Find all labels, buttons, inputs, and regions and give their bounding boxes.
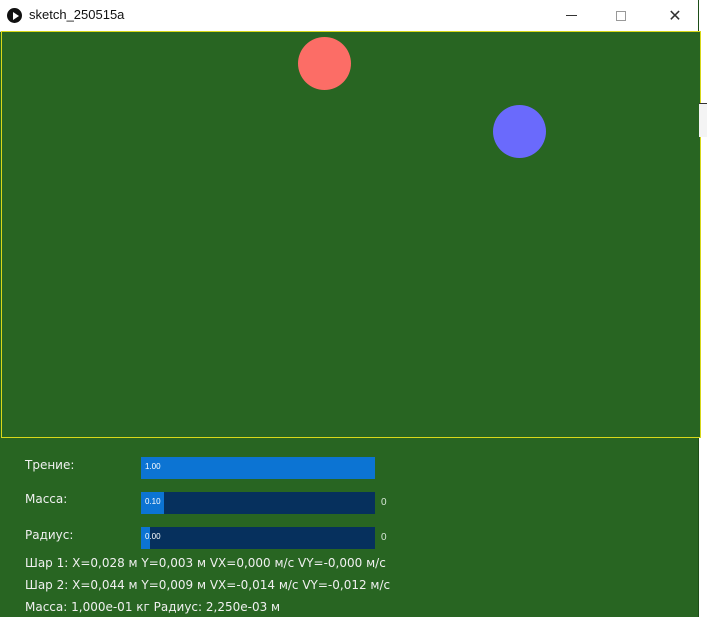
radius-slider-suffix: 0 <box>381 532 387 543</box>
ball-1-info: Шар 1: X=0,028 м Y=0,003 м VX=0,000 м/с … <box>25 556 386 570</box>
mass-slider[interactable]: 0.10 <box>141 492 375 514</box>
maximize-button[interactable] <box>598 0 644 31</box>
friction-label: Трение: <box>25 458 75 472</box>
ball-2 <box>493 105 546 158</box>
radius-slider[interactable]: 0.00 <box>141 527 375 549</box>
window-title: sketch_250515a <box>29 7 125 22</box>
app-window: sketch_250515a ✕ Трение: 1.00 Масса: 0.1… <box>0 0 701 617</box>
minimize-button[interactable] <box>548 0 594 31</box>
title-bar[interactable]: sketch_250515a ✕ <box>0 0 698 32</box>
friction-slider[interactable]: 1.00 <box>141 457 375 479</box>
friction-slider-value: 1.00 <box>145 462 161 471</box>
background-window-edge <box>699 103 707 137</box>
radius-label: Радиус: <box>25 528 74 542</box>
mass-label: Масса: <box>25 492 68 506</box>
close-icon: ✕ <box>668 6 682 25</box>
radius-slider-value: 0.00 <box>145 532 161 541</box>
friction-slider-fill <box>141 457 375 479</box>
processing-app-icon <box>7 8 22 23</box>
maximize-icon <box>616 10 626 21</box>
minimize-icon <box>565 15 577 16</box>
close-button[interactable]: ✕ <box>652 0 698 31</box>
mass-radius-summary: Масса: 1,000e-01 кг Радиус: 2,250e-03 м <box>25 600 281 614</box>
ball-1 <box>298 37 351 90</box>
simulation-canvas[interactable] <box>1 31 701 438</box>
ball-2-info: Шар 2: X=0,044 м Y=0,009 м VX=-0,014 м/с… <box>25 578 391 592</box>
mass-slider-value: 0.10 <box>145 497 161 506</box>
mass-slider-suffix: 0 <box>381 497 387 508</box>
